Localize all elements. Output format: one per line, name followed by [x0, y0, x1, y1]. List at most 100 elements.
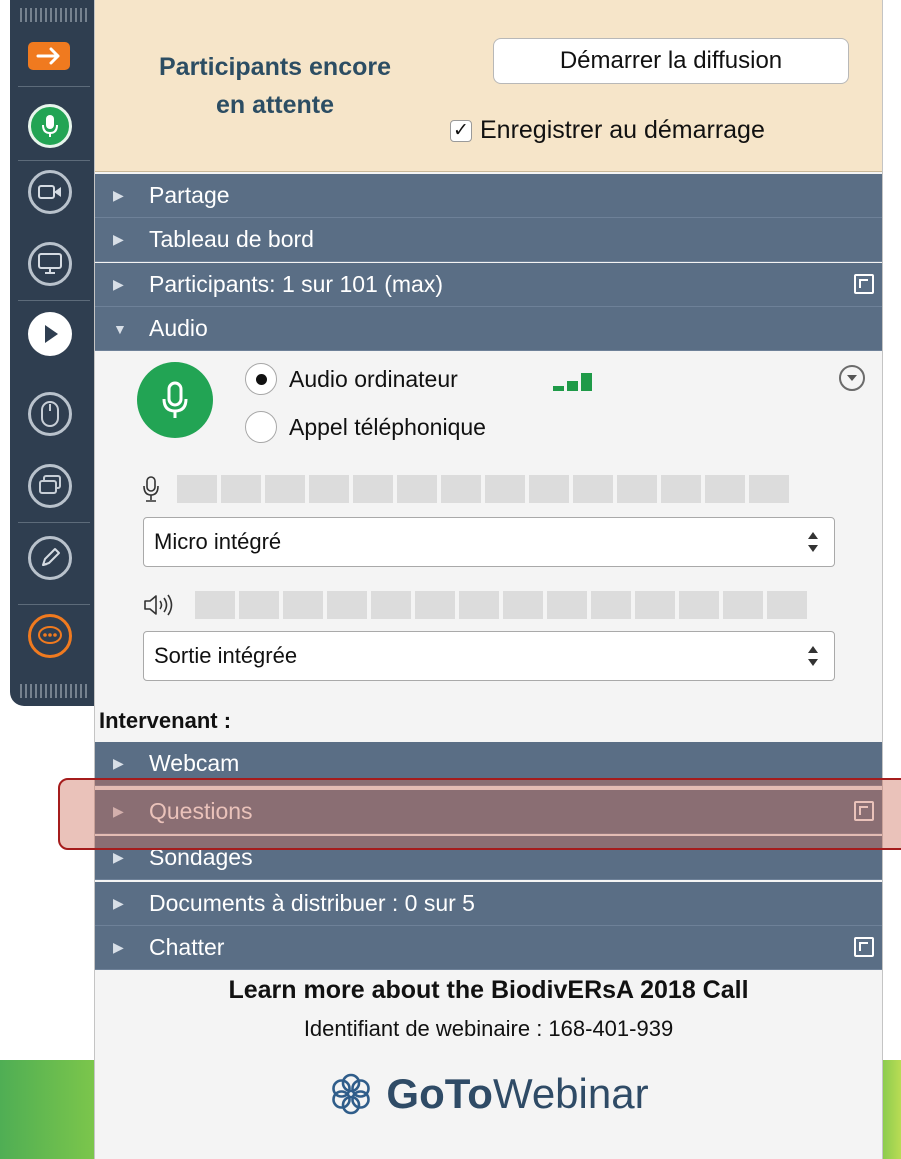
section-sondages[interactable]: ▶ Sondages	[95, 836, 882, 880]
mic-device-value: Micro intégré	[154, 529, 282, 554]
toolbar-divider	[18, 160, 90, 161]
level-segment	[635, 591, 675, 619]
section-label: Audio	[149, 315, 208, 341]
toolbar-play-button[interactable]	[28, 312, 72, 356]
audio-option-computer[interactable]: Audio ordinateur	[245, 363, 458, 395]
level-segment	[503, 591, 543, 619]
toolbar-mic-button[interactable]	[28, 104, 72, 148]
mic-device-select[interactable]: Micro intégré	[143, 517, 835, 567]
mic-level-bars	[177, 475, 789, 503]
collapse-panel-button[interactable]	[28, 42, 70, 70]
audio-option-label: Audio ordinateur	[289, 365, 458, 392]
popout-icon[interactable]	[854, 801, 874, 821]
radio-button-selected[interactable]	[245, 363, 277, 395]
speaker-level-meter	[143, 591, 807, 619]
level-segment	[723, 591, 763, 619]
toolbar-chat-button[interactable]	[28, 614, 72, 658]
record-on-start-checkbox[interactable]: ✓	[450, 119, 472, 142]
level-segment	[309, 475, 349, 503]
popout-icon[interactable]	[854, 274, 874, 294]
side-toolbar	[10, 0, 94, 706]
audio-option-phone[interactable]: Appel téléphonique	[245, 411, 486, 443]
toolbar-webcam-button[interactable]	[28, 170, 72, 214]
level-segment	[767, 591, 807, 619]
level-segment	[529, 475, 569, 503]
section-questions[interactable]: ▶ Questions	[95, 790, 882, 834]
toolbar-divider	[18, 86, 90, 87]
radio-button[interactable]	[245, 411, 277, 443]
broadcast-header: Participants encore en attente Démarrer …	[95, 0, 882, 172]
toolbar-grip-top[interactable]	[20, 8, 88, 22]
toolbar-grip-bottom[interactable]	[20, 684, 88, 698]
audio-option-label: Appel téléphonique	[289, 413, 486, 440]
section-partage[interactable]: ▶ Partage	[95, 174, 882, 218]
level-segment	[591, 591, 631, 619]
start-broadcast-button[interactable]: Démarrer la diffusion	[493, 38, 849, 84]
section-label: Participants: 1 sur 101 (max)	[149, 271, 444, 297]
expand-arrow-icon: ▶	[113, 895, 124, 911]
level-segment	[661, 475, 701, 503]
level-segment	[353, 475, 393, 503]
audio-options-menu-button[interactable]	[839, 365, 865, 391]
record-on-start-option[interactable]: ✓ Enregistrer au démarrage	[450, 116, 765, 145]
background-green-band-right	[882, 1060, 901, 1159]
expand-arrow-icon: ▶	[113, 939, 124, 955]
microphone-outline-icon	[143, 476, 159, 502]
level-segment	[573, 475, 613, 503]
level-segment	[371, 591, 411, 619]
toolbar-screens-button[interactable]	[28, 464, 72, 508]
record-on-start-label: Enregistrer au démarrage	[480, 116, 765, 144]
level-segment	[195, 591, 235, 619]
section-participants[interactable]: ▶ Participants: 1 sur 101 (max)	[95, 263, 882, 307]
presenter-label: Intervenant :	[99, 708, 232, 733]
speaker-device-value: Sortie intégrée	[154, 643, 298, 668]
speaker-device-select[interactable]: Sortie intégrée	[143, 631, 835, 681]
level-segment	[265, 475, 305, 503]
webcam-icon	[38, 185, 61, 199]
speaker-level-bars	[195, 591, 807, 619]
screens-icon	[39, 475, 61, 494]
section-label: Tableau de bord	[149, 226, 314, 252]
level-segment	[441, 475, 481, 503]
audio-settings: Audio ordinateur Appel téléphonique Micr…	[95, 351, 882, 693]
expand-arrow-icon: ▶	[113, 803, 124, 819]
level-segment	[327, 591, 367, 619]
section-chatter[interactable]: ▶ Chatter	[95, 926, 882, 970]
toolbar-mouse-button[interactable]	[28, 392, 72, 436]
play-icon	[45, 325, 58, 343]
brand-goto: GoTo	[386, 1070, 493, 1117]
gotowebinar-logo: GoTo Webinar	[95, 1070, 882, 1118]
section-audio[interactable]: ▼ Audio	[95, 307, 882, 351]
level-segment	[239, 591, 279, 619]
toolbar-screen-share-button[interactable]	[28, 242, 72, 286]
level-segment	[283, 591, 323, 619]
level-segment	[397, 475, 437, 503]
section-webcam[interactable]: ▶ Webcam	[95, 742, 882, 786]
select-arrows-icon	[808, 532, 818, 552]
expand-arrow-icon: ▶	[113, 849, 124, 865]
popout-icon[interactable]	[854, 937, 874, 957]
level-segment	[459, 591, 499, 619]
gotowebinar-flower-icon	[332, 1073, 371, 1115]
toolbar-draw-button[interactable]	[28, 536, 72, 580]
gotowebinar-control-panel: { "header": { "waiting_line1": "Particip…	[0, 0, 901, 1159]
mic-status-button[interactable]	[137, 362, 213, 438]
microphone-icon	[162, 381, 188, 418]
section-documents[interactable]: ▶ Documents à distribuer : 0 sur 5	[95, 882, 882, 926]
section-tableau-de-bord[interactable]: ▶ Tableau de bord	[95, 218, 882, 262]
section-label: Webcam	[149, 750, 240, 776]
arrow-right-icon	[36, 47, 60, 65]
expand-arrow-icon: ▶	[113, 187, 124, 203]
section-label: Sondages	[149, 844, 253, 870]
toolbar-divider	[18, 604, 90, 605]
collapse-arrow-icon: ▼	[113, 320, 127, 337]
level-segment	[705, 475, 745, 503]
pen-icon	[42, 548, 60, 566]
level-segment	[749, 475, 789, 503]
level-segment	[547, 591, 587, 619]
section-label: Chatter	[149, 934, 225, 960]
level-segment	[617, 475, 657, 503]
microphone-icon	[42, 115, 58, 137]
expand-arrow-icon: ▶	[113, 231, 124, 247]
waiting-status-line: Participants encore	[158, 53, 392, 81]
